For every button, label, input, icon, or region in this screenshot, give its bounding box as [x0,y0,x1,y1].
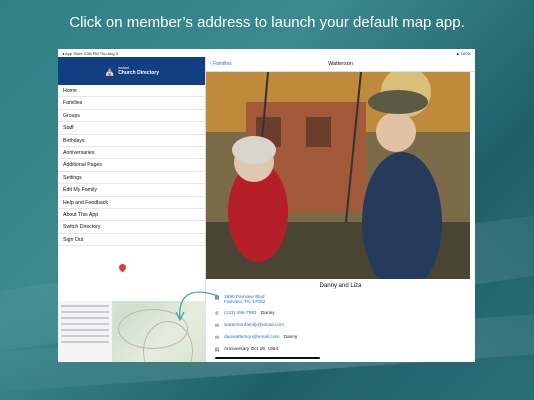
family-names: Danny and Liza [319,283,362,289]
personal-email-owner: Danny [283,335,298,340]
map-preview[interactable] [58,301,206,362]
page-title: Watterson [328,61,353,67]
calendar-icon: ▤ [214,347,220,353]
ipad-screen: ◂ App Store 2:56 PM Thu Aug 5 ▲ 100% ⛪ I… [58,49,475,362]
personal-email-row[interactable]: ✉ danwatterson@email.com Danny [214,335,464,341]
status-bar: ◂ App Store 2:56 PM Thu Aug 5 ▲ 100% [58,49,475,57]
map-side-panel [58,301,113,362]
logo-text: Instant Church Directory [118,66,159,76]
sidebar-item-groups[interactable]: Groups [58,110,205,123]
map-icon: ▦ [214,295,220,301]
app-logo: ⛪ Instant Church Directory [58,57,205,85]
envelope-icon: ✉ [214,323,220,329]
sidebar: ⛪ Instant Church Directory Home Families… [58,57,206,362]
sidebar-item-sign-out[interactable]: Sign Out [58,234,205,247]
address-row[interactable]: ▦ 1890 Fairview Blvd Fairview, TN 37062 [214,295,464,305]
family-photo [206,72,470,279]
phone-link[interactable]: (123) 456-7891 [224,311,257,316]
family-email-row[interactable]: ✉ wattersonfamily@email.com [214,323,464,329]
status-right: ▲ 100% [455,50,471,56]
family-detail: ‹ Families Watterson Danny and Liza ▦ 18… [206,57,475,362]
personal-email-link[interactable]: danwatterson@email.com [224,335,280,340]
sidebar-item-anniversaries[interactable]: Anniversaries [58,147,205,160]
family-email-link[interactable]: wattersonfamily@email.com [224,323,284,328]
anniversary-text: Anniversary Oct 29, 1964 [224,347,279,352]
sidebar-item-additional-pages[interactable]: Additional Pages [58,159,205,172]
phone-row[interactable]: ✆ (123) 456-7891 Danny [214,311,464,317]
sidebar-item-home[interactable]: Home [58,85,205,98]
sidebar-menu: Home Families Groups Staff Birthdays Ann… [58,85,205,247]
envelope-icon: ✉ [214,335,220,341]
sidebar-item-help-and-feedback[interactable]: Help and Feedback [58,197,205,209]
home-indicator[interactable] [215,357,320,359]
phone-icon: ✆ [214,311,220,317]
nav-bar: ‹ Families Watterson [206,57,475,72]
sidebar-item-birthdays[interactable]: Birthdays [58,135,205,147]
family-photo-illustration [206,72,470,279]
sidebar-item-staff[interactable]: Staff [58,122,205,135]
sidebar-item-families[interactable]: Families [58,97,205,110]
contact-info: ▦ 1890 Fairview Blvd Fairview, TN 37062 … [214,295,464,359]
page-headline: Click on member’s address to launch your… [69,14,465,31]
sidebar-item-about-this-app[interactable]: About This App [58,209,205,222]
sidebar-item-edit-my-family[interactable]: Edit My Family [58,184,205,197]
sidebar-item-settings[interactable]: Settings [58,172,205,185]
anniversary-row: ▤ Anniversary Oct 29, 1964 [214,347,464,353]
sidebar-item-switch-directory[interactable]: Switch Directory [58,221,205,234]
church-icon: ⛪ [103,65,116,76]
logo-name-text: Church Directory [118,70,160,76]
status-left: ◂ App Store 2:56 PM Thu Aug 5 [62,50,118,56]
phone-owner: Danny [260,311,275,316]
address-link[interactable]: 1890 Fairview Blvd Fairview, TN 37062 [224,295,265,305]
